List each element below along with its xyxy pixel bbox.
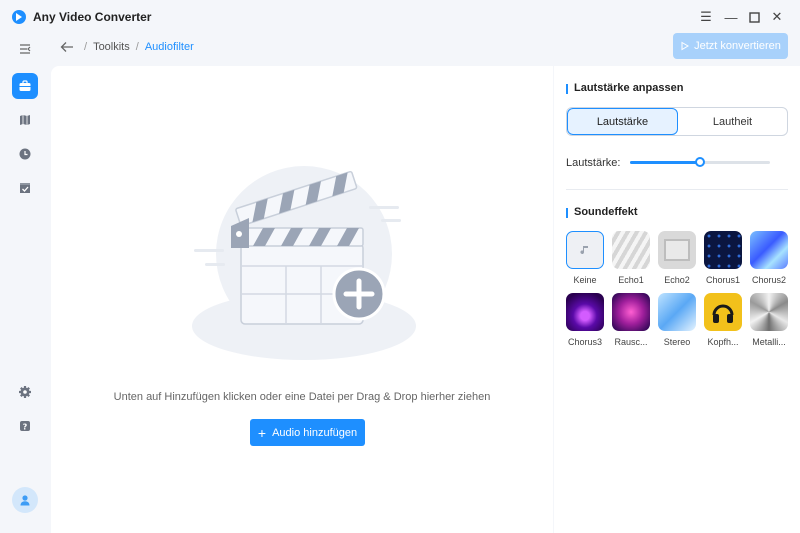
- settings-panel: Lautstärke anpassen Lautstärke Lautheit …: [554, 66, 800, 533]
- effect-label: Kopfh...: [707, 337, 739, 347]
- effect-label: Rausc...: [614, 337, 648, 347]
- breadcrumb-toolkits[interactable]: Toolkits: [93, 41, 130, 53]
- effect-label: Stereo: [663, 337, 691, 347]
- effect-metallic[interactable]: Metalli...: [750, 293, 788, 347]
- volume-slider[interactable]: [630, 157, 770, 167]
- effect-label: Keine: [573, 275, 597, 285]
- clock-icon[interactable]: [12, 141, 38, 167]
- effect-echo1[interactable]: Echo1: [612, 231, 650, 285]
- add-audio-button[interactable]: + Audio hinzufügen: [250, 419, 365, 446]
- clapperboard-illustration: [192, 166, 416, 360]
- plus-icon: +: [257, 424, 267, 441]
- app-logo-icon: [12, 10, 26, 24]
- music-note-icon: [566, 231, 604, 269]
- volume-slider-fill: [630, 161, 700, 164]
- settings-icon[interactable]: [12, 379, 38, 405]
- menu-icon[interactable]: ☰: [697, 8, 715, 26]
- soundeffect-section-title: Soundeffekt: [566, 206, 638, 218]
- drop-hint: Unten auf Hinzufügen klicken oder eine D…: [113, 391, 491, 403]
- effect-rauschen[interactable]: Rausc...: [612, 293, 650, 347]
- add-audio-label: Audio hinzufügen: [272, 426, 358, 439]
- svg-text:?: ?: [23, 423, 28, 432]
- effect-kopfhoerer[interactable]: Kopfh...: [704, 293, 742, 347]
- app-title: Any Video Converter: [33, 10, 152, 24]
- title-bar: Any Video Converter ☰ — ✕: [0, 0, 800, 34]
- avatar-icon[interactable]: [12, 487, 38, 513]
- breadcrumb: / Toolkits / Audiofilter: [60, 40, 194, 54]
- volume-section-title: Lautstärke anpassen: [566, 82, 683, 94]
- checklist-icon[interactable]: [12, 175, 38, 201]
- map-icon[interactable]: [12, 107, 38, 133]
- back-arrow-icon[interactable]: [60, 41, 74, 53]
- effect-stereo[interactable]: Stereo: [658, 293, 696, 347]
- effect-label: Echo1: [618, 275, 644, 285]
- toolbox-icon[interactable]: [12, 73, 38, 99]
- effect-keine[interactable]: Keine: [566, 231, 604, 285]
- sidebar: ?: [0, 34, 50, 533]
- convert-now-label: Jetzt konvertieren: [694, 40, 781, 52]
- effect-label: Chorus1: [705, 275, 741, 285]
- effect-chorus1[interactable]: Chorus1: [704, 231, 742, 285]
- collapse-menu-icon[interactable]: [12, 36, 38, 62]
- close-icon[interactable]: ✕: [768, 8, 786, 26]
- divider: [566, 189, 788, 190]
- main-drop-area[interactable]: Unten auf Hinzufügen klicken oder eine D…: [51, 66, 553, 533]
- effect-echo2[interactable]: Echo2: [658, 231, 696, 285]
- effect-label: Echo2: [664, 275, 690, 285]
- convert-now-button[interactable]: Jetzt konvertieren: [673, 33, 788, 59]
- effect-label: Chorus2: [751, 275, 787, 285]
- effect-chorus2[interactable]: Chorus2: [750, 231, 788, 285]
- mode-loudness-tab[interactable]: Lautheit: [678, 108, 787, 135]
- volume-slider-label: Lautstärke:: [566, 157, 621, 169]
- mode-volume-tab[interactable]: Lautstärke: [567, 108, 678, 135]
- volume-slider-handle[interactable]: [695, 157, 705, 167]
- maximize-icon[interactable]: [745, 8, 763, 26]
- volume-mode-toggle: Lautstärke Lautheit: [566, 107, 788, 136]
- play-icon: [681, 41, 690, 51]
- effect-label: Metalli...: [752, 337, 786, 347]
- minimize-icon[interactable]: —: [722, 8, 740, 26]
- headphones-icon: [704, 293, 742, 331]
- effect-label: Chorus3: [567, 337, 603, 347]
- effect-chorus3[interactable]: Chorus3: [566, 293, 604, 347]
- breadcrumb-audiofilter: Audiofilter: [144, 41, 194, 53]
- help-icon[interactable]: ?: [12, 413, 38, 439]
